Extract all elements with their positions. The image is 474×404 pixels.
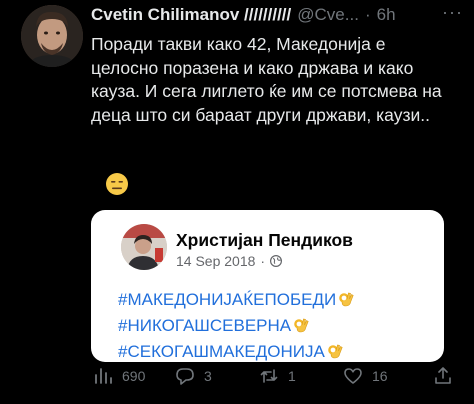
- heart-icon: [344, 368, 362, 384]
- share-action[interactable]: [433, 366, 453, 386]
- hashtag-text[interactable]: #СЕКОГАШМАКЕДОНИЈА: [118, 342, 325, 361]
- tweet-header: Cvetin Chilimanov ////////// @Cve... · 6…: [91, 4, 463, 26]
- post-author-avatar[interactable]: [121, 224, 167, 270]
- like-count: 16: [372, 368, 388, 384]
- embedded-facebook-post[interactable]: Христијан Пендиков 14 Sep 2018 · #МАКЕДО…: [91, 210, 444, 362]
- globe-icon: [270, 255, 283, 267]
- tweet-text: Поради такви како 42, Македонија е целос…: [91, 34, 442, 125]
- analytics-icon: [95, 368, 112, 384]
- tweet-content: Cvetin Chilimanov ////////// @Cve... · 6…: [91, 2, 463, 127]
- hashtag-link[interactable]: #СЕКОГАШМАКЕДОНИЈА: [118, 339, 356, 362]
- more-options-icon[interactable]: ···: [442, 2, 463, 23]
- retweet-count: 1: [288, 368, 296, 384]
- neutral-face-emoji: [106, 173, 128, 195]
- hashtag-text[interactable]: #НИКОГАШСЕВЕРНА: [118, 316, 291, 335]
- post-date-separator: ·: [260, 253, 266, 269]
- post-meta: 14 Sep 2018 ·: [176, 253, 283, 269]
- hashtag-text[interactable]: #МАКЕДОНИЈАЌЕПОБЕДИ: [118, 290, 336, 309]
- hashtag-link[interactable]: #НИКОГАШСЕВЕРНА: [118, 313, 356, 339]
- author-avatar[interactable]: [21, 5, 83, 67]
- header-separator: ·: [364, 5, 371, 24]
- reply-icon: [176, 368, 194, 385]
- author-name[interactable]: Cvetin Chilimanov //////////: [91, 4, 291, 26]
- post-date[interactable]: 14 Sep 2018: [176, 253, 255, 269]
- ok-hand-emoji: [339, 292, 354, 307]
- like-action[interactable]: 16: [343, 366, 388, 386]
- author-handle[interactable]: @Cve...: [297, 4, 359, 26]
- post-avatar-photo: [121, 224, 167, 270]
- share-icon: [435, 367, 451, 384]
- post-hashtags: #МАКЕДОНИЈАЌЕПОБЕДИ #НИКОГАШСЕВЕРНА #СЕК…: [118, 287, 356, 362]
- retweet-icon: [260, 369, 278, 383]
- views-action[interactable]: 690: [93, 366, 145, 386]
- ok-hand-emoji: [328, 344, 343, 359]
- tweet: Cvetin Chilimanov ////////// @Cve... · 6…: [0, 0, 474, 404]
- ok-hand-emoji: [294, 318, 309, 333]
- views-count: 690: [122, 368, 146, 384]
- retweet-action[interactable]: 1: [259, 366, 296, 386]
- post-author-name[interactable]: Христијан Пендиков: [176, 230, 353, 251]
- tweet-actions: 690 3 1 16: [93, 366, 463, 394]
- reply-count: 3: [204, 368, 212, 384]
- reply-action[interactable]: 3: [175, 366, 212, 386]
- avatar-photo: [21, 5, 83, 67]
- hashtag-link[interactable]: #МАКЕДОНИЈАЌЕПОБЕДИ: [118, 287, 356, 313]
- tweet-time[interactable]: 6h: [377, 4, 396, 26]
